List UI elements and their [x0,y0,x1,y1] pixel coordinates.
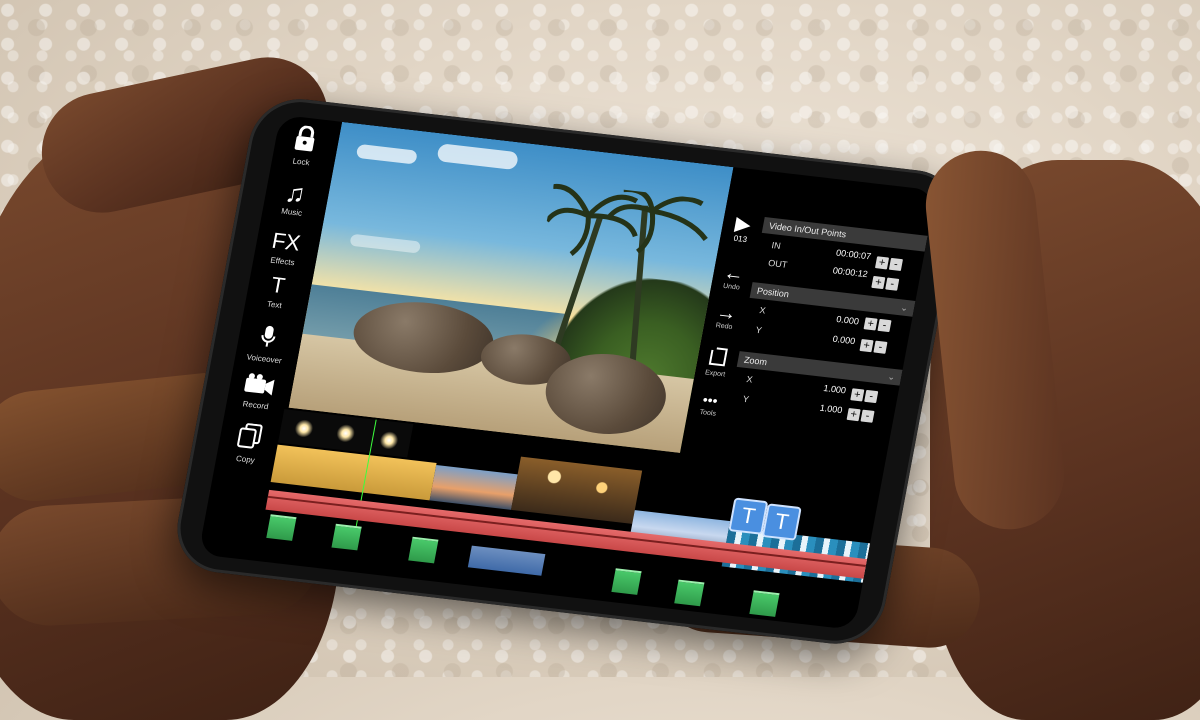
zoom-x-label: X [745,374,754,385]
redo-arrow-icon: → [714,301,739,326]
play-button[interactable]: ▶ 013 [724,213,761,245]
audio-clip[interactable] [266,514,297,541]
position-x-decrement-button[interactable]: - [877,318,892,333]
chevron-down-icon: ⌄ [886,371,897,383]
position-x-label: X [758,305,767,316]
lock-icon [273,123,336,160]
audio-clip[interactable] [749,590,780,617]
properties-panel: ▶ 013 ← Undo → Redo Export ••• Tools Vid… [680,213,928,496]
flare-thumb [335,423,357,444]
copy-icon [218,420,281,457]
out-increment-button[interactable]: + [871,275,886,290]
tool-effects[interactable]: FX Effects [253,225,318,269]
position-y-value[interactable]: 0.000 [809,331,856,346]
position-y-decrement-button[interactable]: - [873,340,888,354]
section-title: Zoom [743,354,768,368]
zoom-x-increment-button[interactable]: + [850,388,865,402]
flare-thumb [293,418,315,439]
audio-clip[interactable] [611,568,642,595]
audio-clip[interactable] [674,579,705,607]
undo-button[interactable]: ← Undo [715,262,752,292]
tool-voiceover[interactable]: Voiceover [235,322,300,367]
audio-clip[interactable] [408,536,439,564]
text-clip[interactable]: T [761,503,802,541]
smartphone: Lock ♫ Music FX Effects T Text Voiceover [169,94,966,649]
tool-record[interactable]: Record [226,369,291,413]
zoom-x-value[interactable]: 1.000 [799,380,847,395]
zoom-y-label: Y [741,393,750,405]
section-title: Position [756,285,790,300]
redo-button[interactable]: → Redo [707,301,744,332]
voiceover-clip[interactable] [467,545,546,576]
position-y-increment-button[interactable]: + [859,339,874,353]
tool-music[interactable]: ♫ Music [262,176,327,220]
section-title: Video In/Out Points [768,220,848,240]
in-increment-button[interactable]: + [874,256,890,270]
chevron-down-icon: ⌄ [899,302,909,314]
position-x-value[interactable]: 0.000 [812,311,860,326]
video-editor-app: Lock ♫ Music FX Effects T Text Voiceover [198,114,937,631]
tools-button[interactable]: ••• Tools [691,388,728,418]
in-value[interactable]: 00:00:07 [824,246,872,262]
zoom-y-value[interactable]: 1.000 [796,400,843,415]
export-button[interactable]: Export [699,345,737,379]
zoom-y-decrement-button[interactable]: - [860,409,875,423]
bokeh-clip[interactable] [511,456,643,524]
position-y-label: Y [754,324,763,336]
tool-text[interactable]: T Text [245,268,310,312]
flare-thumb [378,430,400,451]
in-decrement-button[interactable]: - [888,257,903,272]
tool-copy[interactable]: Copy [216,420,281,467]
out-label: OUT [767,257,789,270]
zoom-x-decrement-button[interactable]: - [864,389,879,404]
position-x-increment-button[interactable]: + [863,317,878,331]
out-value[interactable]: 00:00:12 [821,264,869,279]
in-label: IN [770,240,782,252]
sunset-clip[interactable] [429,464,518,510]
export-icon [700,345,736,372]
video-preview[interactable] [288,121,734,453]
zoom-y-increment-button[interactable]: + [846,407,861,422]
undo-arrow-icon: ← [721,261,746,286]
out-decrement-button[interactable]: - [885,277,900,291]
audio-clip[interactable] [331,523,362,551]
tool-lock[interactable]: Lock [271,123,336,170]
